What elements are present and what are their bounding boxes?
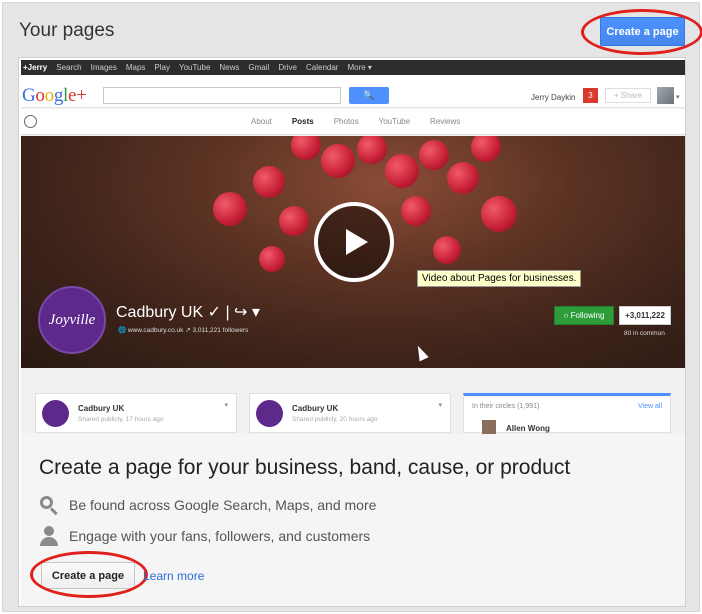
pages-preview-screenshot: +Jerry Search Images Maps Play YouTube N… [21, 60, 685, 434]
post-card: Cadbury UK Shared publicly, 20 hours ago… [249, 393, 451, 433]
person-icon [39, 526, 59, 546]
highlight-circle-bottom [30, 551, 148, 598]
avatar[interactable] [42, 400, 69, 427]
play-button[interactable] [314, 202, 394, 282]
promo-card: +Jerry Search Images Maps Play YouTube N… [18, 57, 686, 607]
mouse-pointer-icon [413, 343, 429, 362]
share-button[interactable]: + Share [605, 88, 651, 103]
gbar-item-calendar[interactable]: Calendar [306, 63, 338, 72]
gbar-item-jerry[interactable]: +Jerry [23, 63, 47, 72]
tab-photos[interactable]: Photos [334, 117, 359, 126]
gbar-item-drive[interactable]: Drive [278, 63, 297, 72]
chevron-down-icon[interactable]: ▾ [438, 401, 442, 409]
user-name[interactable]: Jerry Daykin [531, 93, 575, 102]
raspberry-decoration [433, 236, 461, 264]
video-tooltip: Video about Pages for businesses. [417, 270, 582, 287]
raspberry-decoration [357, 136, 387, 164]
circle-person-name[interactable]: Allen Wong [506, 424, 550, 433]
logo-letter-g2: g [53, 85, 64, 106]
chevron-down-icon[interactable]: ▾ [676, 93, 680, 101]
tab-posts[interactable]: Posts [292, 117, 314, 126]
raspberry-decoration [481, 196, 517, 232]
highlight-circle-top [581, 9, 702, 55]
view-all-link[interactable]: View all [638, 403, 662, 410]
profile-tabs-bar: About Posts Photos YouTube Reviews [21, 109, 685, 135]
raspberry-decoration [401, 196, 431, 226]
post-author[interactable]: Cadbury UK [78, 404, 124, 413]
search-icon [39, 495, 59, 516]
plus-one-count[interactable]: +3,011,222 [619, 306, 671, 325]
gbar-item-maps[interactable]: Maps [126, 63, 146, 72]
tab-reviews[interactable]: Reviews [430, 117, 460, 126]
post-author[interactable]: Cadbury UK [292, 404, 338, 413]
avatar[interactable] [256, 400, 283, 427]
circles-header: In their circles (1,991) [472, 403, 540, 410]
following-button[interactable]: ○ Following [554, 306, 614, 325]
gbar-item-gmail[interactable]: Gmail [248, 63, 269, 72]
tab-youtube[interactable]: YouTube [379, 117, 410, 126]
notification-badge[interactable]: 3 [583, 88, 598, 103]
gbar-item-news[interactable]: News [219, 63, 239, 72]
logo-plus: + [76, 85, 87, 106]
play-icon [346, 229, 368, 255]
learn-more-link[interactable]: Learn more [143, 569, 204, 583]
raspberry-decoration [385, 154, 419, 188]
search-input[interactable] [103, 87, 341, 104]
logo-letter-o2: o [44, 85, 55, 106]
raspberry-decoration [291, 136, 321, 160]
page-title: Your pages [19, 20, 115, 41]
raspberry-decoration [259, 246, 285, 272]
page-meta: 🌐 www.cadbury.co.uk ↗ 3,011,221 follower… [118, 327, 249, 334]
feature-text: Be found across Google Search, Maps, and… [69, 497, 377, 513]
avatar[interactable] [482, 420, 496, 434]
google-bar: +Jerry Search Images Maps Play YouTube N… [21, 60, 685, 75]
logo-letter-g: G [22, 85, 36, 106]
avatar[interactable] [657, 87, 674, 104]
circles-card: In their circles (1,991) View all Allen … [463, 393, 671, 434]
google-plus-logo[interactable]: Google+ [22, 85, 87, 107]
raspberry-decoration [321, 144, 355, 178]
profile-tabs: About Posts Photos YouTube Reviews [251, 117, 480, 126]
gbar-item-more[interactable]: More ▾ [347, 63, 371, 72]
gplus-header: Google+ 🔍 Jerry Daykin 3 + Share ▾ [21, 75, 685, 108]
raspberry-decoration [279, 206, 309, 236]
chevron-down-icon[interactable]: ▾ [224, 401, 228, 409]
tab-about[interactable]: About [251, 117, 272, 126]
search-icon: 🔍 [363, 90, 375, 100]
raspberry-decoration [447, 162, 479, 194]
search-button[interactable]: 🔍 [349, 87, 389, 104]
gbar-item-search[interactable]: Search [56, 63, 81, 72]
post-subtitle: Shared publicly, 20 hours ago [292, 416, 378, 423]
feature-item: Be found across Google Search, Maps, and… [39, 495, 377, 516]
person-icon[interactable] [24, 115, 37, 128]
promo-headline: Create a page for your business, band, c… [39, 456, 571, 479]
feature-item: Engage with your fans, followers, and cu… [39, 526, 370, 546]
feature-text: Engage with your fans, followers, and cu… [69, 528, 371, 544]
gbar-item-youtube[interactable]: YouTube [179, 63, 210, 72]
post-card: Cadbury UK Shared publicly, 17 hours ago… [35, 393, 237, 433]
gbar-item-play[interactable]: Play [154, 63, 170, 72]
gbar-item-images[interactable]: Images [91, 63, 117, 72]
your-pages-panel: Your pages Create a page +Jerry Search I… [2, 2, 702, 612]
promo-section: Create a page for your business, band, c… [21, 434, 685, 606]
logo-letter-e: e [68, 85, 77, 106]
cover-image: Joyville Cadbury UK ✓ | ↪ ▾ 🌐 www.cadbur… [21, 136, 685, 368]
logo-letter-o1: o [35, 85, 45, 106]
in-common-count: 80 in common [624, 330, 665, 337]
post-subtitle: Shared publicly, 17 hours ago [78, 416, 164, 423]
raspberry-decoration [253, 166, 285, 198]
brand-logo[interactable]: Joyville [38, 286, 106, 354]
raspberry-decoration [213, 192, 247, 226]
raspberry-decoration [419, 140, 449, 170]
page-name[interactable]: Cadbury UK ✓ | ↪ ▾ [116, 302, 260, 322]
raspberry-decoration [471, 136, 501, 162]
